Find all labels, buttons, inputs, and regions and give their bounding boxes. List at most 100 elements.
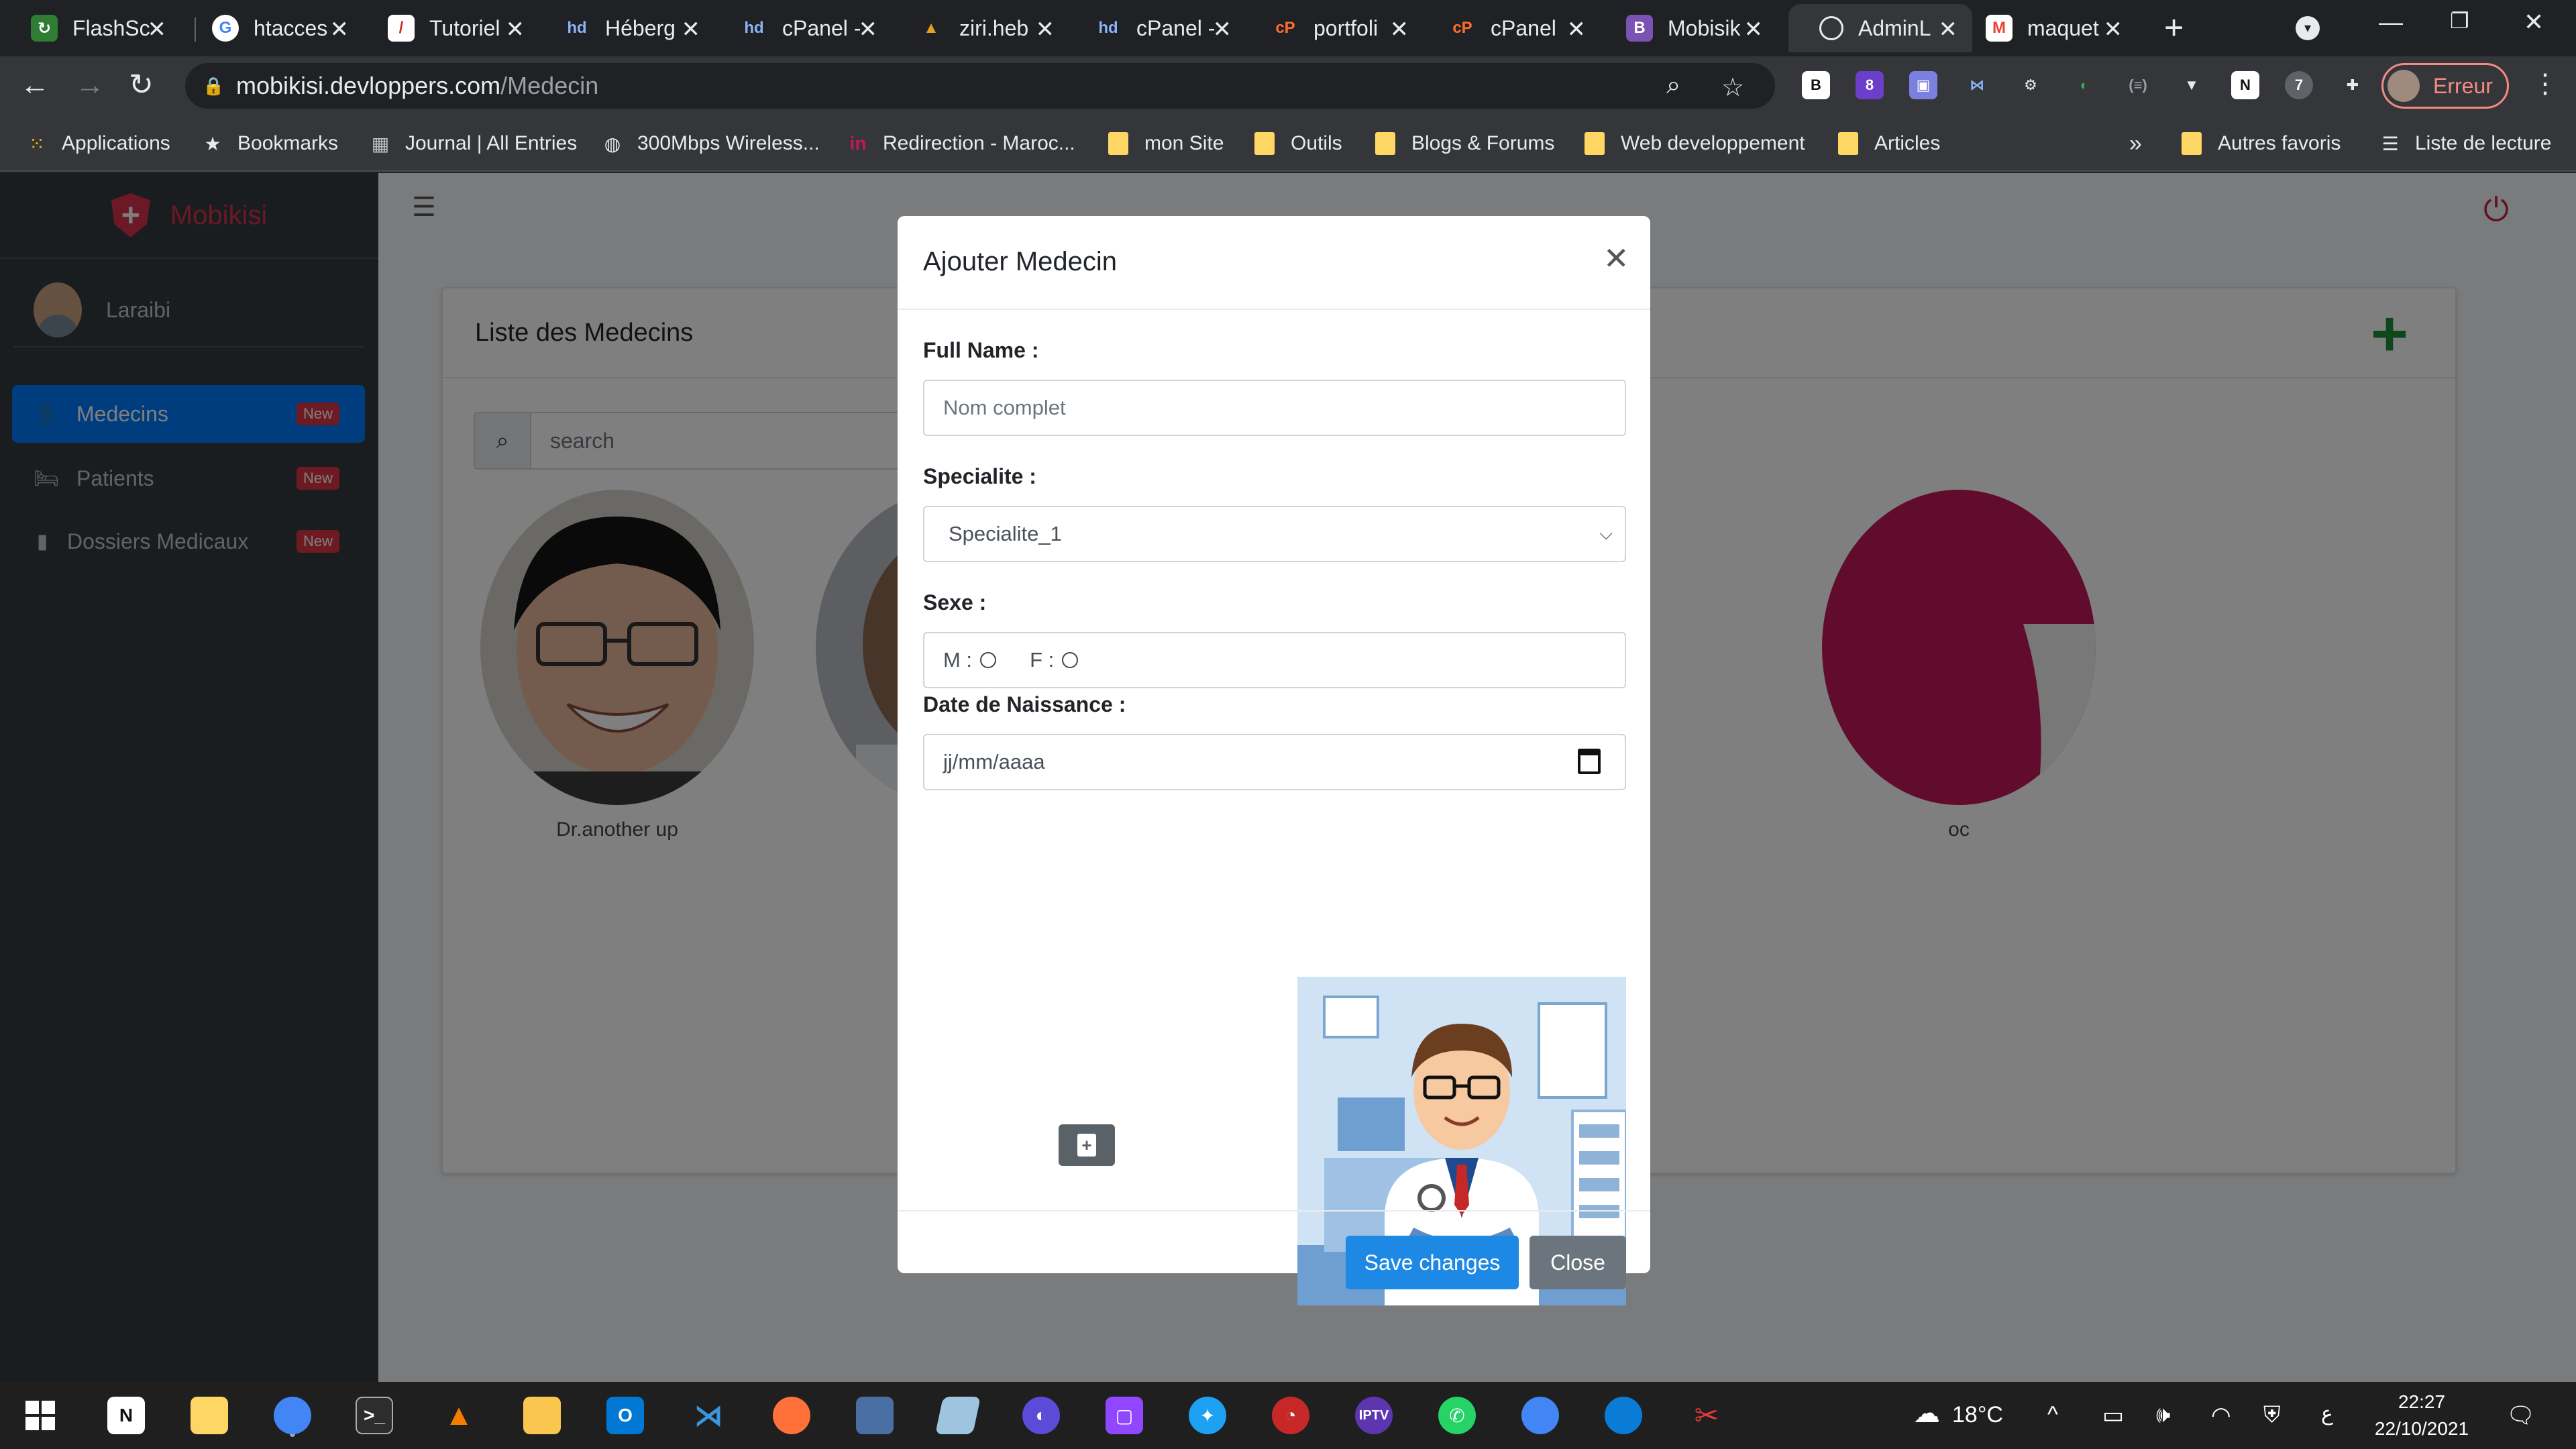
dob-input[interactable]: jj/mm/aaaa xyxy=(923,734,1626,790)
browser-tab[interactable]: ↻ FlashSc ✕ xyxy=(0,4,181,52)
extension-icon[interactable]: 8 xyxy=(1856,71,1884,99)
browser-tab-active[interactable]: AdminL ✕ xyxy=(1788,4,1972,52)
volume-icon[interactable]: 🕪 xyxy=(2156,1402,2170,1428)
chrome-icon[interactable] xyxy=(274,1397,311,1434)
notion-icon[interactable]: N xyxy=(2231,71,2259,99)
tab-search-button[interactable]: ▾ xyxy=(2296,16,2320,40)
app-icon[interactable]: ◐ xyxy=(1022,1397,1060,1434)
windows-start-icon[interactable] xyxy=(25,1401,55,1430)
bookmark-item[interactable]: ⁙ Applications xyxy=(25,127,170,160)
back-icon[interactable]: ← xyxy=(20,68,50,102)
sexe-m-radio[interactable] xyxy=(980,652,997,668)
close-icon[interactable]: ✕ xyxy=(1036,16,1055,43)
bookmark-folder[interactable]: Articles xyxy=(1838,127,1940,160)
close-button[interactable]: Close xyxy=(1529,1236,1626,1289)
calendar-icon[interactable] xyxy=(1578,749,1601,774)
browser-tab[interactable]: hd cPanel - ✕ xyxy=(710,4,892,52)
bookmark-folder[interactable]: Outils xyxy=(1254,127,1342,160)
extension-icon[interactable]: (≡) xyxy=(2124,71,2152,99)
puzzle-icon[interactable]: ✚ xyxy=(2339,71,2367,99)
new-tab-button[interactable]: + xyxy=(2164,11,2184,44)
system-clock[interactable]: 22:27 22/10/2021 xyxy=(2368,1389,2475,1442)
bookmark-folder[interactable]: Web developpement xyxy=(1585,127,1805,160)
bookmarks-overflow[interactable]: » xyxy=(2129,127,2142,160)
close-icon[interactable]: ✕ xyxy=(330,16,350,43)
weather-temp[interactable]: 18°C xyxy=(1952,1402,2003,1428)
extension-icon[interactable]: ⋈ xyxy=(1963,71,1991,99)
close-icon[interactable]: ✕ xyxy=(1744,16,1764,43)
whatsapp-icon[interactable]: ✆ xyxy=(1438,1397,1476,1434)
bookmark-star-icon[interactable]: ☆ xyxy=(1721,72,1744,103)
bookmark-item[interactable]: ★ Bookmarks xyxy=(201,127,338,160)
save-changes-button[interactable]: Save changes xyxy=(1346,1236,1519,1289)
app-icon[interactable]: ◔ xyxy=(1272,1397,1309,1434)
gear-icon[interactable]: ⚙ xyxy=(2017,71,2045,99)
browser-tab[interactable]: hd cPanel - ✕ xyxy=(1064,4,1246,52)
browser-tab[interactable]: M maquet ✕ xyxy=(1955,4,2137,52)
twitter-icon[interactable]: ✦ xyxy=(1189,1397,1226,1434)
wifi-icon[interactable]: ◠ xyxy=(2211,1402,2231,1429)
restore-icon[interactable]: ❐ xyxy=(2450,8,2469,34)
battery-icon[interactable]: ▭ xyxy=(2102,1402,2124,1429)
extension-icon[interactable]: ▣ xyxy=(1909,71,1937,99)
close-icon[interactable]: ✕ xyxy=(1567,16,1587,43)
sexe-f-radio[interactable] xyxy=(1062,652,1079,668)
close-icon[interactable]: ✕ xyxy=(1390,16,1409,43)
network-admin-icon[interactable] xyxy=(856,1397,894,1434)
notifications-icon[interactable]: 🗨 xyxy=(2506,1402,2535,1429)
extension-icon[interactable]: B xyxy=(1802,71,1830,99)
profile-button[interactable]: Erreur xyxy=(2381,63,2509,109)
close-icon[interactable]: ✕ xyxy=(1603,240,1629,276)
vlc-icon[interactable]: ▲ xyxy=(440,1397,478,1434)
bookmark-folder[interactable]: Blogs & Forums xyxy=(1375,127,1554,160)
browser-tab[interactable]: cP cPanel ✕ xyxy=(1418,4,1601,52)
close-icon[interactable]: ✕ xyxy=(2104,16,2123,43)
vscode-icon[interactable]: ⋊ xyxy=(690,1397,727,1434)
close-icon[interactable]: ✕ xyxy=(506,16,525,43)
extension-icon[interactable]: ▼ xyxy=(2178,71,2206,99)
minimize-icon[interactable]: — xyxy=(2379,8,2403,36)
firefox-icon[interactable] xyxy=(773,1397,810,1434)
forward-icon[interactable]: → xyxy=(75,68,105,102)
app-icon[interactable]: ✂ xyxy=(1688,1397,1725,1434)
other-bookmarks[interactable]: Autres favoris xyxy=(2182,127,2341,160)
extension-icon[interactable]: ◐ xyxy=(2070,71,2098,99)
twitch-icon[interactable]: ▢ xyxy=(1106,1397,1143,1434)
address-bar[interactable]: 🔒 mobikisi.devloppers.com/Medecin ⌕ ☆ xyxy=(185,63,1775,109)
app-icon[interactable] xyxy=(935,1397,981,1434)
reload-icon[interactable]: ↻ xyxy=(129,68,154,102)
weather-icon[interactable]: ☁ xyxy=(1913,1398,1940,1429)
full-name-input[interactable]: Nom complet xyxy=(923,380,1626,436)
notion-icon[interactable]: N xyxy=(107,1397,145,1434)
window-close-icon[interactable]: ✕ xyxy=(2524,8,2544,36)
close-icon[interactable]: ✕ xyxy=(682,16,701,43)
browser-tab[interactable]: B Mobisik ✕ xyxy=(1595,4,1778,52)
browser-tab[interactable]: cP portfoli ✕ xyxy=(1241,4,1424,52)
close-icon[interactable]: ✕ xyxy=(859,16,878,43)
input-language[interactable]: ع xyxy=(2321,1402,2333,1426)
chevron-up-icon[interactable]: ^ xyxy=(2047,1402,2058,1428)
chrome-icon[interactable] xyxy=(1521,1397,1559,1434)
specialite-select[interactable]: Specialite_1 ⌵ xyxy=(923,506,1626,562)
bookmark-item[interactable]: ◍ 300Mbps Wireless... xyxy=(601,127,820,160)
close-icon[interactable]: ✕ xyxy=(148,16,167,43)
zoom-icon[interactable]: ⌕ xyxy=(1666,71,1680,100)
sticky-notes-icon[interactable] xyxy=(191,1397,228,1434)
bookmark-item[interactable]: ▦ Journal | All Entries xyxy=(369,127,577,160)
extension-icon[interactable]: 7 xyxy=(2285,71,2313,99)
terminal-icon[interactable]: >_ xyxy=(356,1397,393,1434)
browser-tab[interactable]: ▲ ziri.heb ✕ xyxy=(887,4,1069,52)
browser-tab[interactable]: G htacces ✕ xyxy=(181,4,364,52)
reading-list[interactable]: ☰ Liste de lecture xyxy=(2379,127,2551,160)
security-shield-icon[interactable]: ⛨ xyxy=(2263,1402,2281,1428)
browser-tab[interactable]: / Tutoriel ✕ xyxy=(357,4,539,52)
outlook-icon[interactable]: O xyxy=(606,1397,644,1434)
file-explorer-icon[interactable] xyxy=(523,1397,561,1434)
browser-tab[interactable]: hd Héberg ✕ xyxy=(533,4,715,52)
browser-menu-icon[interactable]: ⋮ xyxy=(2532,68,2559,99)
edge-icon[interactable] xyxy=(1605,1397,1642,1434)
iptv-icon[interactable]: IPTV xyxy=(1355,1397,1393,1434)
upload-photo-button[interactable] xyxy=(1059,1124,1115,1166)
close-icon[interactable]: ✕ xyxy=(1213,16,1232,43)
bookmark-folder[interactable]: mon Site xyxy=(1108,127,1224,160)
